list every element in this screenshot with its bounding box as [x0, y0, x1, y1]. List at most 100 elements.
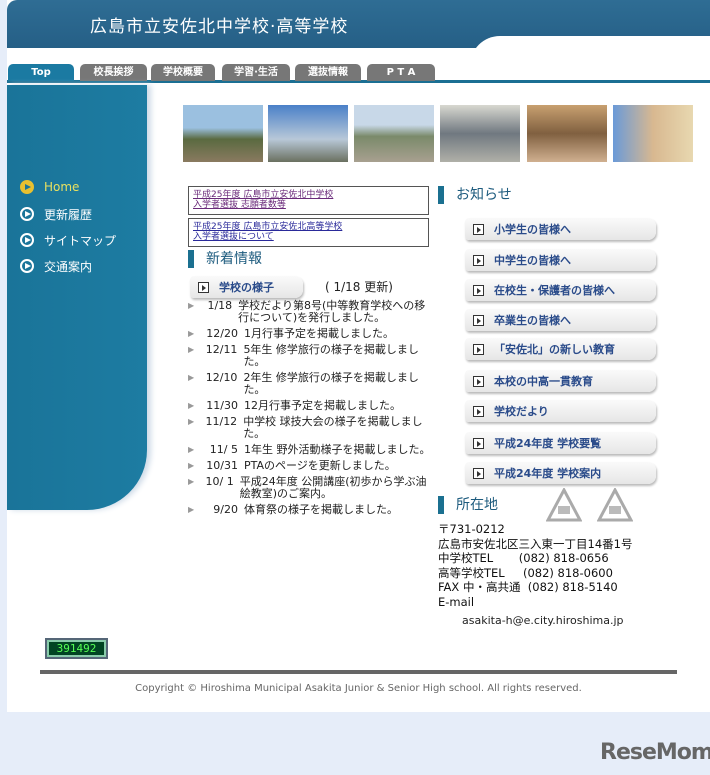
- tab-principal[interactable]: 校長挨拶: [80, 64, 147, 81]
- tab-top[interactable]: Top: [8, 64, 74, 81]
- news-text: 12月行事予定を掲載しました。: [244, 399, 401, 412]
- sidebar-item-history[interactable]: 更新履歴: [20, 205, 92, 223]
- bullet-arrow-icon: ▶: [188, 301, 195, 310]
- bullet-arrow-icon: ▶: [188, 445, 195, 454]
- sidebar: [7, 85, 147, 510]
- news-text: 平成24年度 公開講座(初歩から学ぶ油絵教室)のご案内。: [239, 475, 427, 500]
- button-label: 学校の様子: [219, 281, 274, 294]
- bullet-arrow-icon: ▶: [188, 329, 195, 338]
- news-item: ▶ 11/30 12月行事予定を掲載しました。: [188, 400, 433, 412]
- sidebar-item-sitemap[interactable]: サイトマップ: [20, 231, 116, 249]
- news-item: ▶ 11/12 中学校 球技大会の様子を掲載しました。: [188, 416, 433, 440]
- arrow-box-icon: [473, 375, 484, 387]
- link-box-senior-admission: 平成25年度 広島市立安佐北高等学校 入学者選抜について: [188, 218, 429, 247]
- site-title: 広島市立安佐北中学校·高等学校: [90, 17, 349, 37]
- news-item: ▶ 12/11 5年生 修学旅行の様子を掲載しました。: [188, 344, 433, 368]
- notice-button[interactable]: 学校だより: [465, 400, 656, 422]
- news-date: 1/18: [207, 299, 233, 312]
- news-list: ▶ 1/18 学校だより第8号(中等教育学校への移行について)を発行しました。 ▶ 12…: [188, 300, 433, 520]
- arrow-box-icon: [473, 437, 484, 449]
- photo-school-exterior: [183, 105, 263, 162]
- tab-study-life[interactable]: 学習·生活: [222, 64, 290, 81]
- news-date: 11/30: [206, 399, 238, 412]
- news-text: 1年生 野外活動様子を掲載しました。: [244, 443, 431, 456]
- news-text: PTAのページを更新しました。: [244, 459, 396, 472]
- sidebar-item-access[interactable]: 交通案内: [20, 257, 92, 275]
- arrow-box-icon: [198, 281, 209, 293]
- photo-tower: [613, 105, 693, 162]
- copyright: Copyright © Hiroshima Municipal Asakita …: [135, 683, 582, 694]
- bullet-arrow-icon: ▶: [188, 345, 195, 354]
- news-date: 12/11: [205, 343, 238, 356]
- tab-overview[interactable]: 学校概要: [151, 64, 215, 81]
- nav-label: Home: [44, 180, 80, 194]
- bullet-arrow-icon: ▶: [188, 505, 195, 514]
- arrow-box-icon: [473, 284, 484, 296]
- address-heading: 所在地: [438, 496, 498, 514]
- tab-pta[interactable]: P T A: [367, 64, 435, 81]
- news-date: 12/10: [205, 371, 238, 384]
- notice-button[interactable]: 本校の中高一貫教育: [465, 370, 656, 392]
- counter-value: 391492: [49, 642, 104, 655]
- arrow-box-icon: [473, 343, 484, 355]
- news-item: ▶ 12/10 2年生 修学旅行の様子を掲載しました。: [188, 372, 433, 396]
- postal-code: 〒731-0212: [438, 522, 505, 536]
- access-counter: 391492: [45, 638, 108, 659]
- news-heading: 新着情報: [188, 250, 262, 268]
- play-circle-icon: [20, 233, 34, 247]
- news-text: 中学校 球技大会の様子を掲載しました。: [243, 415, 423, 440]
- news-text: 体育祭の様子を掲載しました。: [244, 503, 398, 516]
- arrow-box-icon: [473, 467, 484, 479]
- play-circle-icon: [20, 259, 34, 273]
- news-item: ▶ 10/ 1 平成24年度 公開講座(初歩から学ぶ油絵教室)のご案内。: [188, 476, 433, 500]
- button-label: 在校生・保護者の皆様へ: [494, 284, 615, 297]
- nav-label: 更新履歴: [44, 207, 93, 222]
- bullet-arrow-icon: ▶: [188, 417, 195, 426]
- news-item: ▶ 12/20 1月行事予定を掲載しました。: [188, 328, 433, 340]
- school-emblem-icon: [546, 488, 582, 522]
- notice-button[interactable]: 「安佐北」の新しい教育: [465, 338, 656, 360]
- school-emblem-icon: [597, 488, 633, 522]
- address-block: 〒731-0212 広島市安佐北区三入東一丁目14番1号 中学校TEL (082…: [438, 522, 632, 609]
- bullet-arrow-icon: ▶: [188, 461, 195, 470]
- notice-heading: お知らせ: [438, 186, 512, 204]
- button-label: 平成24年度 学校要覧: [494, 437, 602, 450]
- news-text: 5年生 修学旅行の様子を掲載しました。: [243, 343, 419, 368]
- notice-button[interactable]: 平成24年度 学校案内: [465, 462, 656, 484]
- news-item: ▶ 1/18 学校だより第8号(中等教育学校への移行について)を発行しました。: [188, 300, 433, 324]
- nav-label: 交通案内: [44, 259, 93, 274]
- notice-button[interactable]: 小学生の皆様へ: [465, 218, 656, 240]
- bullet-arrow-icon: ▶: [188, 477, 195, 486]
- news-item: ▶ 9/20 体育祭の様子を掲載しました。: [188, 504, 433, 516]
- footer-divider: [40, 670, 677, 674]
- arrow-box-icon: [473, 254, 484, 266]
- email-link[interactable]: asakita-h@e.city.hiroshima.jp: [462, 614, 624, 627]
- resemom-watermark: ReseMom: [600, 740, 710, 765]
- notice-button[interactable]: 卒業生の皆様へ: [465, 309, 656, 331]
- button-label: 学校だより: [494, 405, 549, 418]
- news-date: 12/20: [206, 327, 238, 340]
- street-address: 広島市安佐北区三入東一丁目14番1号: [438, 536, 633, 551]
- button-label: 平成24年度 学校案内: [494, 467, 602, 480]
- news-date: 10/31: [206, 459, 238, 472]
- bullet-arrow-icon: ▶: [188, 373, 195, 382]
- school-life-button[interactable]: 学校の様子: [190, 276, 303, 298]
- play-circle-icon: [20, 180, 34, 194]
- tab-admission[interactable]: 選抜情報: [295, 64, 361, 81]
- nav-label: サイトマップ: [44, 233, 117, 248]
- arrow-box-icon: [473, 223, 484, 235]
- button-label: 小学生の皆様へ: [494, 223, 571, 236]
- sidebar-item-home[interactable]: Home: [20, 178, 79, 196]
- bullet-arrow-icon: ▶: [188, 401, 195, 410]
- notice-button[interactable]: 平成24年度 学校要覧: [465, 432, 656, 454]
- news-date: 9/20: [213, 503, 238, 516]
- notice-button[interactable]: 中学生の皆様へ: [465, 249, 656, 271]
- play-circle-icon: [20, 207, 34, 221]
- photo-library: [527, 105, 607, 162]
- news-date: 11/ 5: [209, 443, 238, 456]
- photo-building: [268, 105, 348, 162]
- notice-button[interactable]: 在校生・保護者の皆様へ: [465, 279, 656, 301]
- junior-admission-link[interactable]: 平成25年度 広島市立安佐北中学校 入学者選抜 志願者数等: [193, 190, 333, 210]
- button-label: 中学生の皆様へ: [494, 254, 571, 267]
- senior-admission-link[interactable]: 平成25年度 広島市立安佐北高等学校 入学者選抜について: [193, 222, 342, 242]
